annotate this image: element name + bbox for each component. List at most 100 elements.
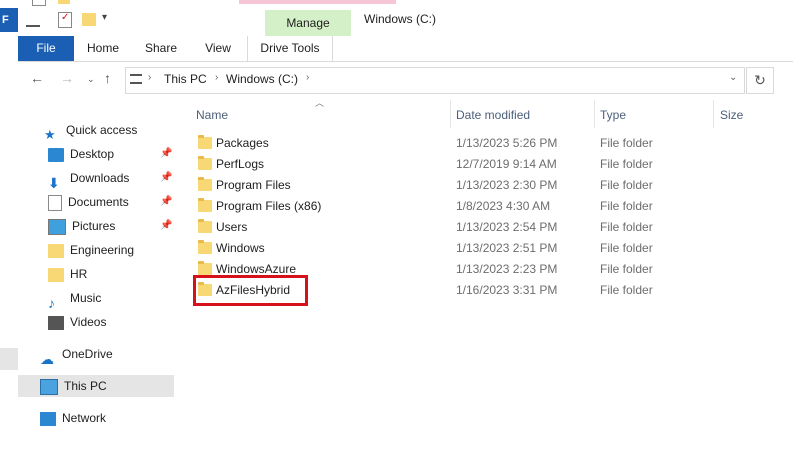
table-row[interactable]: Program Files (x86) 1/8/2023 4:30 AM Fil…	[193, 196, 733, 217]
file-name: Program Files (x86)	[216, 199, 322, 213]
download-icon: ⬇	[48, 174, 60, 191]
nav-this-pc[interactable]: This PC	[18, 375, 174, 397]
folder-icon	[48, 243, 64, 258]
quick-access-checkbox-icon[interactable]	[32, 0, 46, 6]
nav-label: Downloads	[70, 171, 130, 185]
file-date: 1/13/2023 2:51 PM	[456, 241, 558, 255]
file-type: File folder	[600, 136, 653, 150]
tab-view[interactable]: View	[198, 36, 238, 61]
forward-arrow-icon[interactable]: →	[60, 70, 74, 86]
folder-icon	[198, 177, 212, 191]
pin-icon[interactable]: 📌	[160, 148, 172, 159]
folder-icon	[198, 135, 212, 149]
tab-home[interactable]: Home	[80, 36, 126, 61]
nav-engineering[interactable]: Engineering	[48, 239, 182, 261]
refresh-icon[interactable]: ↻	[746, 67, 774, 94]
background-window-strip: F	[0, 0, 18, 467]
nav-hr[interactable]: HR	[48, 263, 182, 285]
pin-icon[interactable]: 📌	[160, 196, 172, 207]
nav-onedrive[interactable]: ☁ OneDrive	[40, 343, 174, 367]
table-row[interactable]: Program Files 1/13/2023 2:30 PM File fol…	[193, 175, 733, 196]
address-dropdown-chevron-icon[interactable]: ⌄	[729, 72, 737, 83]
folder-icon	[198, 156, 212, 170]
sort-ascending-icon: ︿	[315, 98, 325, 108]
folder-icon	[198, 240, 212, 254]
nav-label: OneDrive	[62, 347, 113, 361]
desktop-icon	[48, 147, 64, 162]
file-date: 1/8/2023 4:30 AM	[456, 199, 551, 213]
file-date: 1/13/2023 2:23 PM	[456, 262, 558, 276]
tab-share[interactable]: Share	[140, 36, 182, 61]
network-icon	[40, 411, 56, 426]
nav-network[interactable]: Network	[40, 407, 174, 429]
new-folder-icon[interactable]	[82, 13, 96, 26]
nav-label: Desktop	[70, 147, 115, 161]
column-divider[interactable]	[713, 100, 714, 128]
tab-file[interactable]: File	[18, 36, 74, 61]
video-icon	[48, 315, 64, 330]
nav-label: Music	[70, 291, 102, 305]
file-type: File folder	[600, 220, 653, 234]
nav-label: HR	[70, 267, 88, 281]
file-date: 1/16/2023 3:31 PM	[456, 283, 558, 297]
background-selection	[0, 348, 18, 370]
nav-music[interactable]: ♪ Music	[48, 287, 182, 311]
pc-icon	[40, 378, 58, 395]
folder-icon	[198, 219, 212, 233]
file-name: Users	[216, 220, 248, 234]
chevron-right-icon[interactable]: ›	[148, 72, 151, 83]
pictures-icon	[48, 218, 66, 235]
file-date: 1/13/2023 2:54 PM	[456, 220, 558, 234]
this-pc-address-icon	[130, 74, 142, 84]
column-header-type[interactable]: Type	[600, 108, 626, 122]
table-row[interactable]: Windows 1/13/2023 2:51 PM File folder	[193, 238, 733, 259]
nav-videos[interactable]: Videos	[48, 311, 182, 333]
document-icon	[48, 194, 62, 211]
folder-icon	[198, 261, 212, 275]
file-type: File folder	[600, 157, 653, 171]
up-arrow-icon[interactable]: ↑	[104, 70, 111, 86]
file-name: Windows	[216, 241, 265, 255]
file-date: 1/13/2023 5:26 PM	[456, 136, 558, 150]
title-bar: ✓ ▾ Manage Windows (C:)	[18, 0, 793, 36]
breadcrumb-this-pc[interactable]: This PC	[164, 72, 207, 86]
column-header-name[interactable]: Name	[196, 108, 228, 122]
table-row[interactable]: Users 1/13/2023 2:54 PM File folder	[193, 217, 733, 238]
tab-drive-tools[interactable]: Drive Tools	[247, 36, 333, 61]
pin-icon[interactable]: 📌	[160, 172, 172, 183]
properties-icon[interactable]: ✓	[58, 12, 72, 28]
nav-label: Network	[62, 411, 107, 425]
column-header-date-modified[interactable]: Date modified	[456, 108, 530, 122]
file-date: 1/13/2023 2:30 PM	[456, 178, 558, 192]
back-arrow-icon[interactable]: ←	[30, 70, 44, 86]
highlight-annotation-box	[193, 275, 308, 306]
customize-quick-access-icon[interactable]: ▾	[102, 12, 107, 23]
breadcrumb-windows-c[interactable]: Windows (C:)	[226, 72, 298, 86]
file-type: File folder	[600, 241, 653, 255]
file-type: File folder	[600, 199, 653, 213]
cloud-icon: ☁	[40, 350, 54, 367]
folder-icon	[48, 267, 64, 282]
chevron-right-icon[interactable]: ›	[306, 72, 309, 83]
column-header-size[interactable]: Size	[720, 108, 743, 122]
recent-locations-chevron-icon[interactable]: ⌄	[87, 74, 95, 85]
file-type: File folder	[600, 283, 653, 297]
window-title: Windows (C:)	[364, 12, 437, 26]
file-name: Program Files	[216, 178, 291, 192]
column-divider[interactable]	[594, 100, 595, 128]
table-row[interactable]: Packages 1/13/2023 5:26 PM File folder	[193, 133, 733, 154]
pin-icon[interactable]: 📌	[160, 220, 172, 231]
background-file-tab[interactable]: F	[0, 8, 18, 32]
chevron-right-icon[interactable]: ›	[215, 72, 218, 83]
system-menu-icon[interactable]	[26, 15, 40, 27]
nav-label: Pictures	[72, 219, 116, 233]
manage-contextual-tab[interactable]: Manage	[265, 10, 351, 36]
nav-quick-access[interactable]: ★ Quick access	[44, 119, 178, 142]
column-divider[interactable]	[450, 100, 451, 128]
nav-label: Quick access	[66, 123, 138, 137]
file-name: Packages	[216, 136, 269, 150]
quick-access-folder-icon[interactable]	[58, 0, 70, 4]
contextual-tab-strip	[239, 0, 396, 4]
table-row[interactable]: PerfLogs 12/7/2019 9:14 AM File folder	[193, 154, 733, 175]
file-type: File folder	[600, 262, 653, 276]
